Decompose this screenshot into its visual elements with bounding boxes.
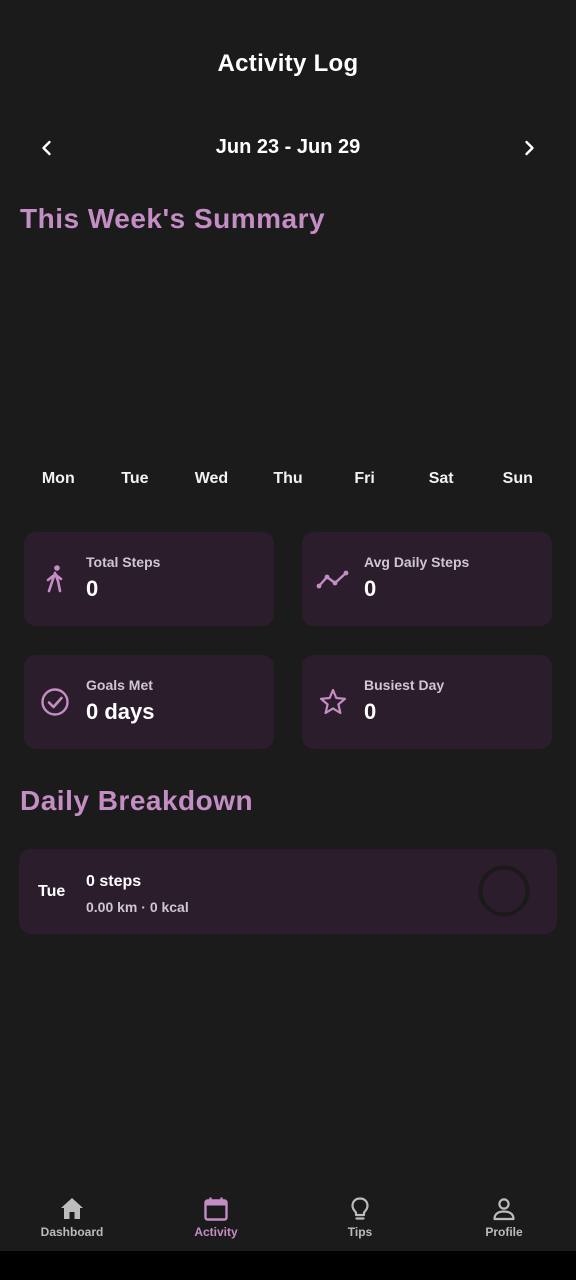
stat-card-avg-daily-steps: Avg Daily Steps 0 <box>302 532 552 626</box>
stat-label: Total Steps <box>86 554 161 570</box>
person-icon <box>493 1198 515 1221</box>
trend-line-icon <box>316 570 349 589</box>
day-label-thu: Thu <box>273 470 303 487</box>
summary-heading: This Week's Summary <box>20 203 326 234</box>
week-range: Jun 23 - Jun 29 <box>215 136 361 158</box>
day-label-wed: Wed <box>194 470 229 487</box>
day-label-tue: Tue <box>121 470 149 487</box>
breakdown-heading: Daily Breakdown <box>20 785 254 816</box>
walking-icon <box>46 565 63 593</box>
star-icon <box>319 688 347 715</box>
weekly-steps-chart <box>20 255 556 450</box>
next-week-button[interactable] <box>511 130 547 166</box>
nav-tab-activity[interactable]: Activity <box>144 1185 288 1251</box>
row-distance-calories: 0.00 km · 0 kcal <box>86 899 189 915</box>
lightbulb-icon <box>351 1197 369 1220</box>
check-circle-icon <box>41 688 69 716</box>
calendar-icon <box>204 1197 228 1221</box>
stat-card-total-steps: Total Steps 0 <box>24 532 274 626</box>
row-day: Tue <box>38 883 66 900</box>
page-title: Activity Log <box>217 50 359 77</box>
nav-tab-tips[interactable]: Tips <box>288 1185 432 1251</box>
day-label-mon: Mon <box>41 470 75 487</box>
stat-label: Avg Daily Steps <box>364 554 470 570</box>
stat-label: Goals Met <box>86 677 153 693</box>
bottom-navigation: Dashboard Activity Tips Profile <box>0 1185 576 1251</box>
chart-day-labels: Mon Tue Wed Thu Fri Sat Sun <box>20 470 556 488</box>
nav-tab-profile[interactable]: Profile <box>432 1185 576 1251</box>
nav-tab-dashboard[interactable]: Dashboard <box>0 1185 144 1251</box>
home-icon <box>61 1198 83 1219</box>
row-steps: 0 steps <box>86 873 142 890</box>
stat-card-goals-met: Goals Met 0 days <box>24 655 274 749</box>
day-label-sat: Sat <box>428 470 454 487</box>
system-navigation-bar <box>0 1251 576 1280</box>
day-label-sun: Sun <box>502 470 533 487</box>
stat-value: 0 days <box>86 699 155 724</box>
nav-tab-label: Dashboard <box>40 1225 104 1239</box>
daily-breakdown-row[interactable]: Tue 0 steps 0.00 km · 0 kcal <box>19 849 557 934</box>
stat-value: 0 <box>86 576 99 601</box>
progress-ring <box>478 865 530 917</box>
nav-tab-label: Activity <box>194 1225 238 1239</box>
stat-value: 0 <box>364 699 377 724</box>
stat-card-busiest-day: Busiest Day 0 <box>302 655 552 749</box>
stat-label: Busiest Day <box>364 677 445 693</box>
stat-value: 0 <box>364 576 377 601</box>
nav-tab-label: Tips <box>347 1225 373 1239</box>
nav-tab-label: Profile <box>485 1225 523 1239</box>
day-label-fri: Fri <box>354 470 375 487</box>
chevron-right-icon <box>525 140 534 156</box>
